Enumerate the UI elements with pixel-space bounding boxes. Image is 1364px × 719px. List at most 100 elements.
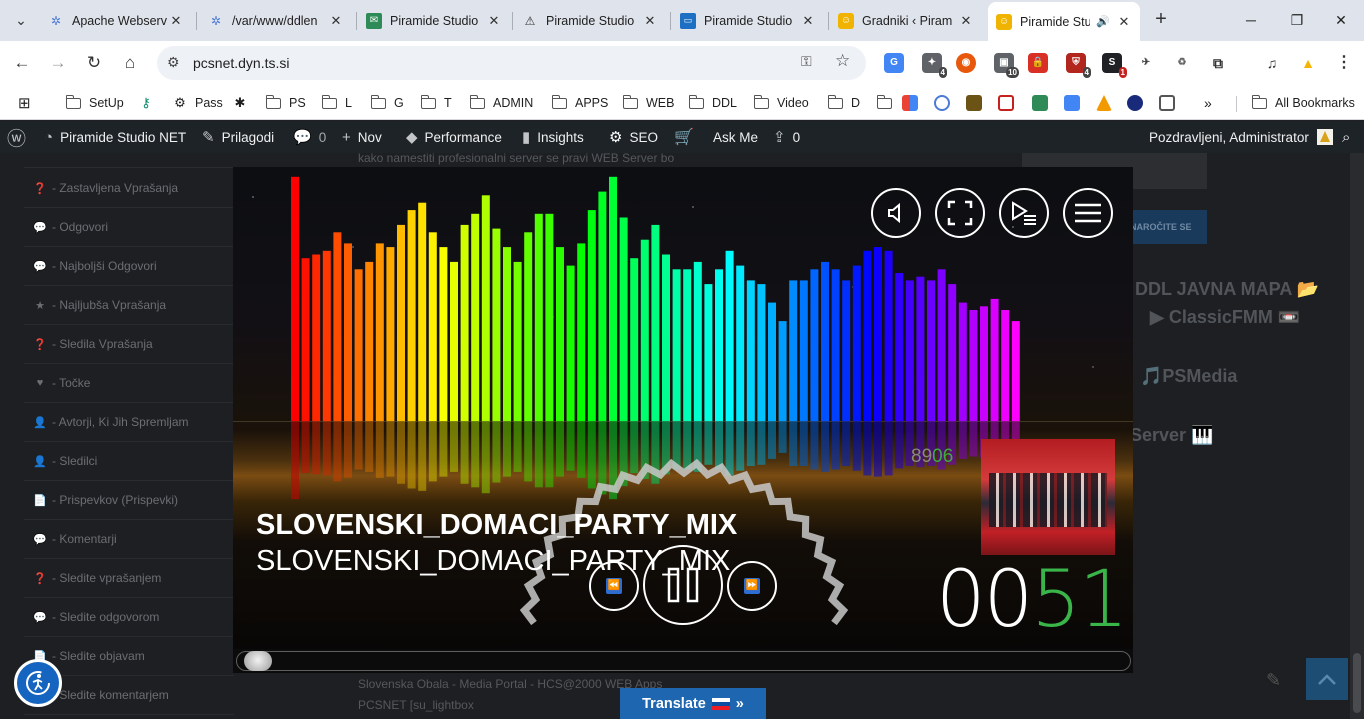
bookmark-t[interactable]: T <box>420 93 452 113</box>
sidebar-item[interactable]: 📄 - Prispevkov (Prispevki) <box>24 481 234 520</box>
back-button[interactable]: ← <box>10 51 34 75</box>
wordpress-logo-icon[interactable]: ⓦ <box>7 121 26 153</box>
address-bar[interactable]: ⚙ pcsnet.dyn.ts.si ⚿ ☆ <box>157 46 866 80</box>
bookmark-d[interactable]: D <box>827 93 860 113</box>
bookmark-web[interactable]: WEB <box>622 93 674 113</box>
mute-button[interactable] <box>871 188 921 238</box>
new-tab-button[interactable]: + <box>1150 8 1172 30</box>
media-control-icon[interactable]: ♫ <box>1262 53 1282 73</box>
link-psmedia[interactable]: 🎵PSMedia <box>1140 366 1237 387</box>
sidebar-item[interactable]: 👤 - Avtorji, Ki Jih Spremljam <box>24 403 234 442</box>
admin-new[interactable]: + Nov <box>342 121 382 153</box>
previous-button[interactable]: ⏪ <box>589 561 639 611</box>
fullscreen-button[interactable] <box>935 188 985 238</box>
admin-ask-me[interactable]: Ask Me <box>713 121 758 153</box>
minimize-button[interactable]: ─ <box>1228 8 1274 32</box>
bookmark-puzzle[interactable]: ✱ <box>232 93 255 113</box>
admin-updates[interactable]: ⇪ 0 <box>773 121 800 153</box>
playlist-button[interactable] <box>999 188 1049 238</box>
seek-handle[interactable] <box>243 651 272 671</box>
all-bookmarks-button[interactable]: All Bookmarks <box>1251 93 1355 113</box>
maximize-button[interactable]: ❐ <box>1274 8 1320 32</box>
bookmark-apps[interactable]: APPS <box>551 93 608 113</box>
window-close-button[interactable]: ✕ <box>1318 8 1364 32</box>
reload-button[interactable]: ↻ <box>82 51 106 75</box>
play-pause-button[interactable] <box>643 545 723 625</box>
close-icon[interactable]: ✕ <box>328 13 344 29</box>
bookmark-l[interactable]: L <box>321 93 352 113</box>
bookmark-triangle-icon[interactable] <box>1096 95 1112 111</box>
menu-button[interactable] <box>1063 188 1113 238</box>
page-scrollbar[interactable] <box>1350 153 1364 719</box>
extension-icon[interactable]: ⛨ 4 <box>1066 53 1091 78</box>
sidebar-item[interactable]: ❓ - Sledite vprašanjem <box>24 559 234 598</box>
sidebar-item[interactable]: 💬 - Najboljši Odgovori <box>24 247 234 286</box>
bookmark-translate-icon[interactable] <box>1064 95 1080 111</box>
edit-pencil-icon[interactable]: ✎ <box>1266 670 1281 691</box>
seek-bar[interactable] <box>233 649 1133 673</box>
tab-active[interactable]: ☺ Piramide Stu 🔊 ✕ <box>988 2 1140 41</box>
bookmark-ps[interactable]: PS <box>265 93 306 113</box>
admin-comments[interactable]: 💬 0 <box>293 121 326 153</box>
bookmark-star-icon[interactable]: ☆ <box>835 51 850 71</box>
bookmark-pass[interactable]: ⚙ Pass <box>172 93 223 113</box>
sidebar-item[interactable]: 💬 - Komentarji <box>24 520 234 559</box>
tab-piramide-network[interactable]: ⚠ Piramide Studio ✕ <box>514 4 666 37</box>
sidebar-item[interactable]: ♥ - Točke <box>24 364 234 403</box>
tab-search-button[interactable]: ⌄ <box>10 9 32 31</box>
close-icon[interactable]: ✕ <box>168 13 184 29</box>
extension-icon[interactable]: ✈ <box>1136 53 1156 73</box>
bookmark-grid-icon[interactable] <box>902 95 918 111</box>
forward-button[interactable]: → <box>46 51 70 75</box>
speaker-icon[interactable]: 🔊 <box>1096 15 1110 28</box>
admin-account[interactable]: Pozdravljeni, Administrator <box>1149 121 1333 153</box>
close-icon[interactable]: ✕ <box>800 13 816 29</box>
link-classicfmm[interactable]: ▶ ClassicFMM 📼 <box>1150 307 1300 328</box>
key-icon[interactable]: ⚿ <box>801 53 812 70</box>
sidebar-item[interactable]: ★ - Najljubša Vprašanja <box>24 286 234 325</box>
bookmark-eth-icon[interactable] <box>1127 95 1143 111</box>
sidebar-item[interactable]: ❓ - Sledila Vprašanja <box>24 325 234 364</box>
link-ddl-javna-mapa[interactable]: DDL JAVNA MAPA 📂 <box>1135 279 1319 300</box>
admin-search-icon[interactable]: ⌕ <box>1342 121 1350 153</box>
admin-insights[interactable]: ▮ Insights <box>522 121 584 153</box>
extensions-puzzle-icon[interactable]: ⧉ <box>1208 53 1228 73</box>
tab-piramide-monitor[interactable]: ▭ Piramide Studio ✕ <box>672 4 824 37</box>
admin-seo[interactable]: ⚙ SEO <box>609 121 658 153</box>
bookmark-admin[interactable]: ADMIN <box>469 93 533 113</box>
lock-extension-icon[interactable]: 🔒 <box>1028 53 1048 73</box>
translate-button[interactable]: Translate » <box>620 688 766 719</box>
tab-piramide-mail[interactable]: ✉ Piramide Studio ✕ <box>358 4 510 37</box>
extension-icon[interactable]: S1 <box>1102 53 1127 78</box>
sidebar-item[interactable]: 👤 - Sledilci <box>24 442 234 481</box>
sidebar-item[interactable]: ❓ - Zastavljena Vprašanja <box>24 169 234 208</box>
bookmark-network-icon[interactable] <box>934 95 950 111</box>
admin-customize[interactable]: ✎ Prilagodi <box>202 121 274 153</box>
bookmark-key[interactable]: ⚷ <box>138 93 161 113</box>
bookmark-ddl[interactable]: DDL <box>688 93 737 113</box>
browser-menu-icon[interactable]: ⋮ <box>1334 53 1354 73</box>
home-button[interactable]: ⌂ <box>118 51 142 75</box>
extension-icon[interactable]: ▣ 10 <box>994 53 1019 78</box>
bookmark-g[interactable]: G <box>370 93 404 113</box>
link-server[interactable]: Server 🎹 <box>1130 425 1213 446</box>
seek-rail[interactable] <box>236 651 1131 671</box>
bookmark-gmail-icon[interactable] <box>998 95 1014 111</box>
bookmark-mail-icon[interactable] <box>1032 95 1048 111</box>
apps-grid-icon[interactable]: ⊞ <box>18 93 31 113</box>
extension-icon[interactable]: ✦ 4 <box>922 53 947 78</box>
tab-var-www[interactable]: ✲ /var/www/ddlen ✕ <box>200 4 352 37</box>
cart-icon[interactable]: 🛒 <box>674 121 694 153</box>
site-info-icon[interactable]: ⚙ <box>167 54 180 71</box>
more-bookmarks-button[interactable]: » <box>1204 93 1212 113</box>
sidebar-item[interactable]: 💬 - Sledite odgovorom <box>24 598 234 637</box>
tab-gradniki[interactable]: ☺ Gradniki ‹ Piram ✕ <box>830 4 982 37</box>
sidebar-item[interactable]: 💬 - Odgovori <box>24 208 234 247</box>
scrollbar-thumb[interactable] <box>1353 653 1361 713</box>
bookmark-dashboard-icon[interactable] <box>1159 95 1175 111</box>
next-button[interactable]: ⏩ <box>727 561 777 611</box>
close-icon[interactable]: ✕ <box>486 13 502 29</box>
bookmark-folder[interactable] <box>876 93 900 113</box>
drive-extension-icon[interactable]: ▲ <box>1298 53 1318 73</box>
close-icon[interactable]: ✕ <box>958 13 974 29</box>
